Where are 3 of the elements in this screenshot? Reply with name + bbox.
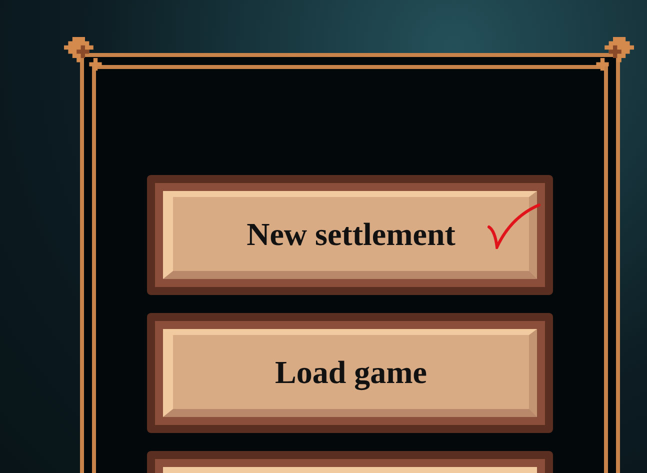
- menu-button[interactable]: New settlement: [147, 175, 553, 295]
- check-mark-icon: [487, 203, 541, 249]
- menu-button[interactable]: Load game: [147, 313, 553, 433]
